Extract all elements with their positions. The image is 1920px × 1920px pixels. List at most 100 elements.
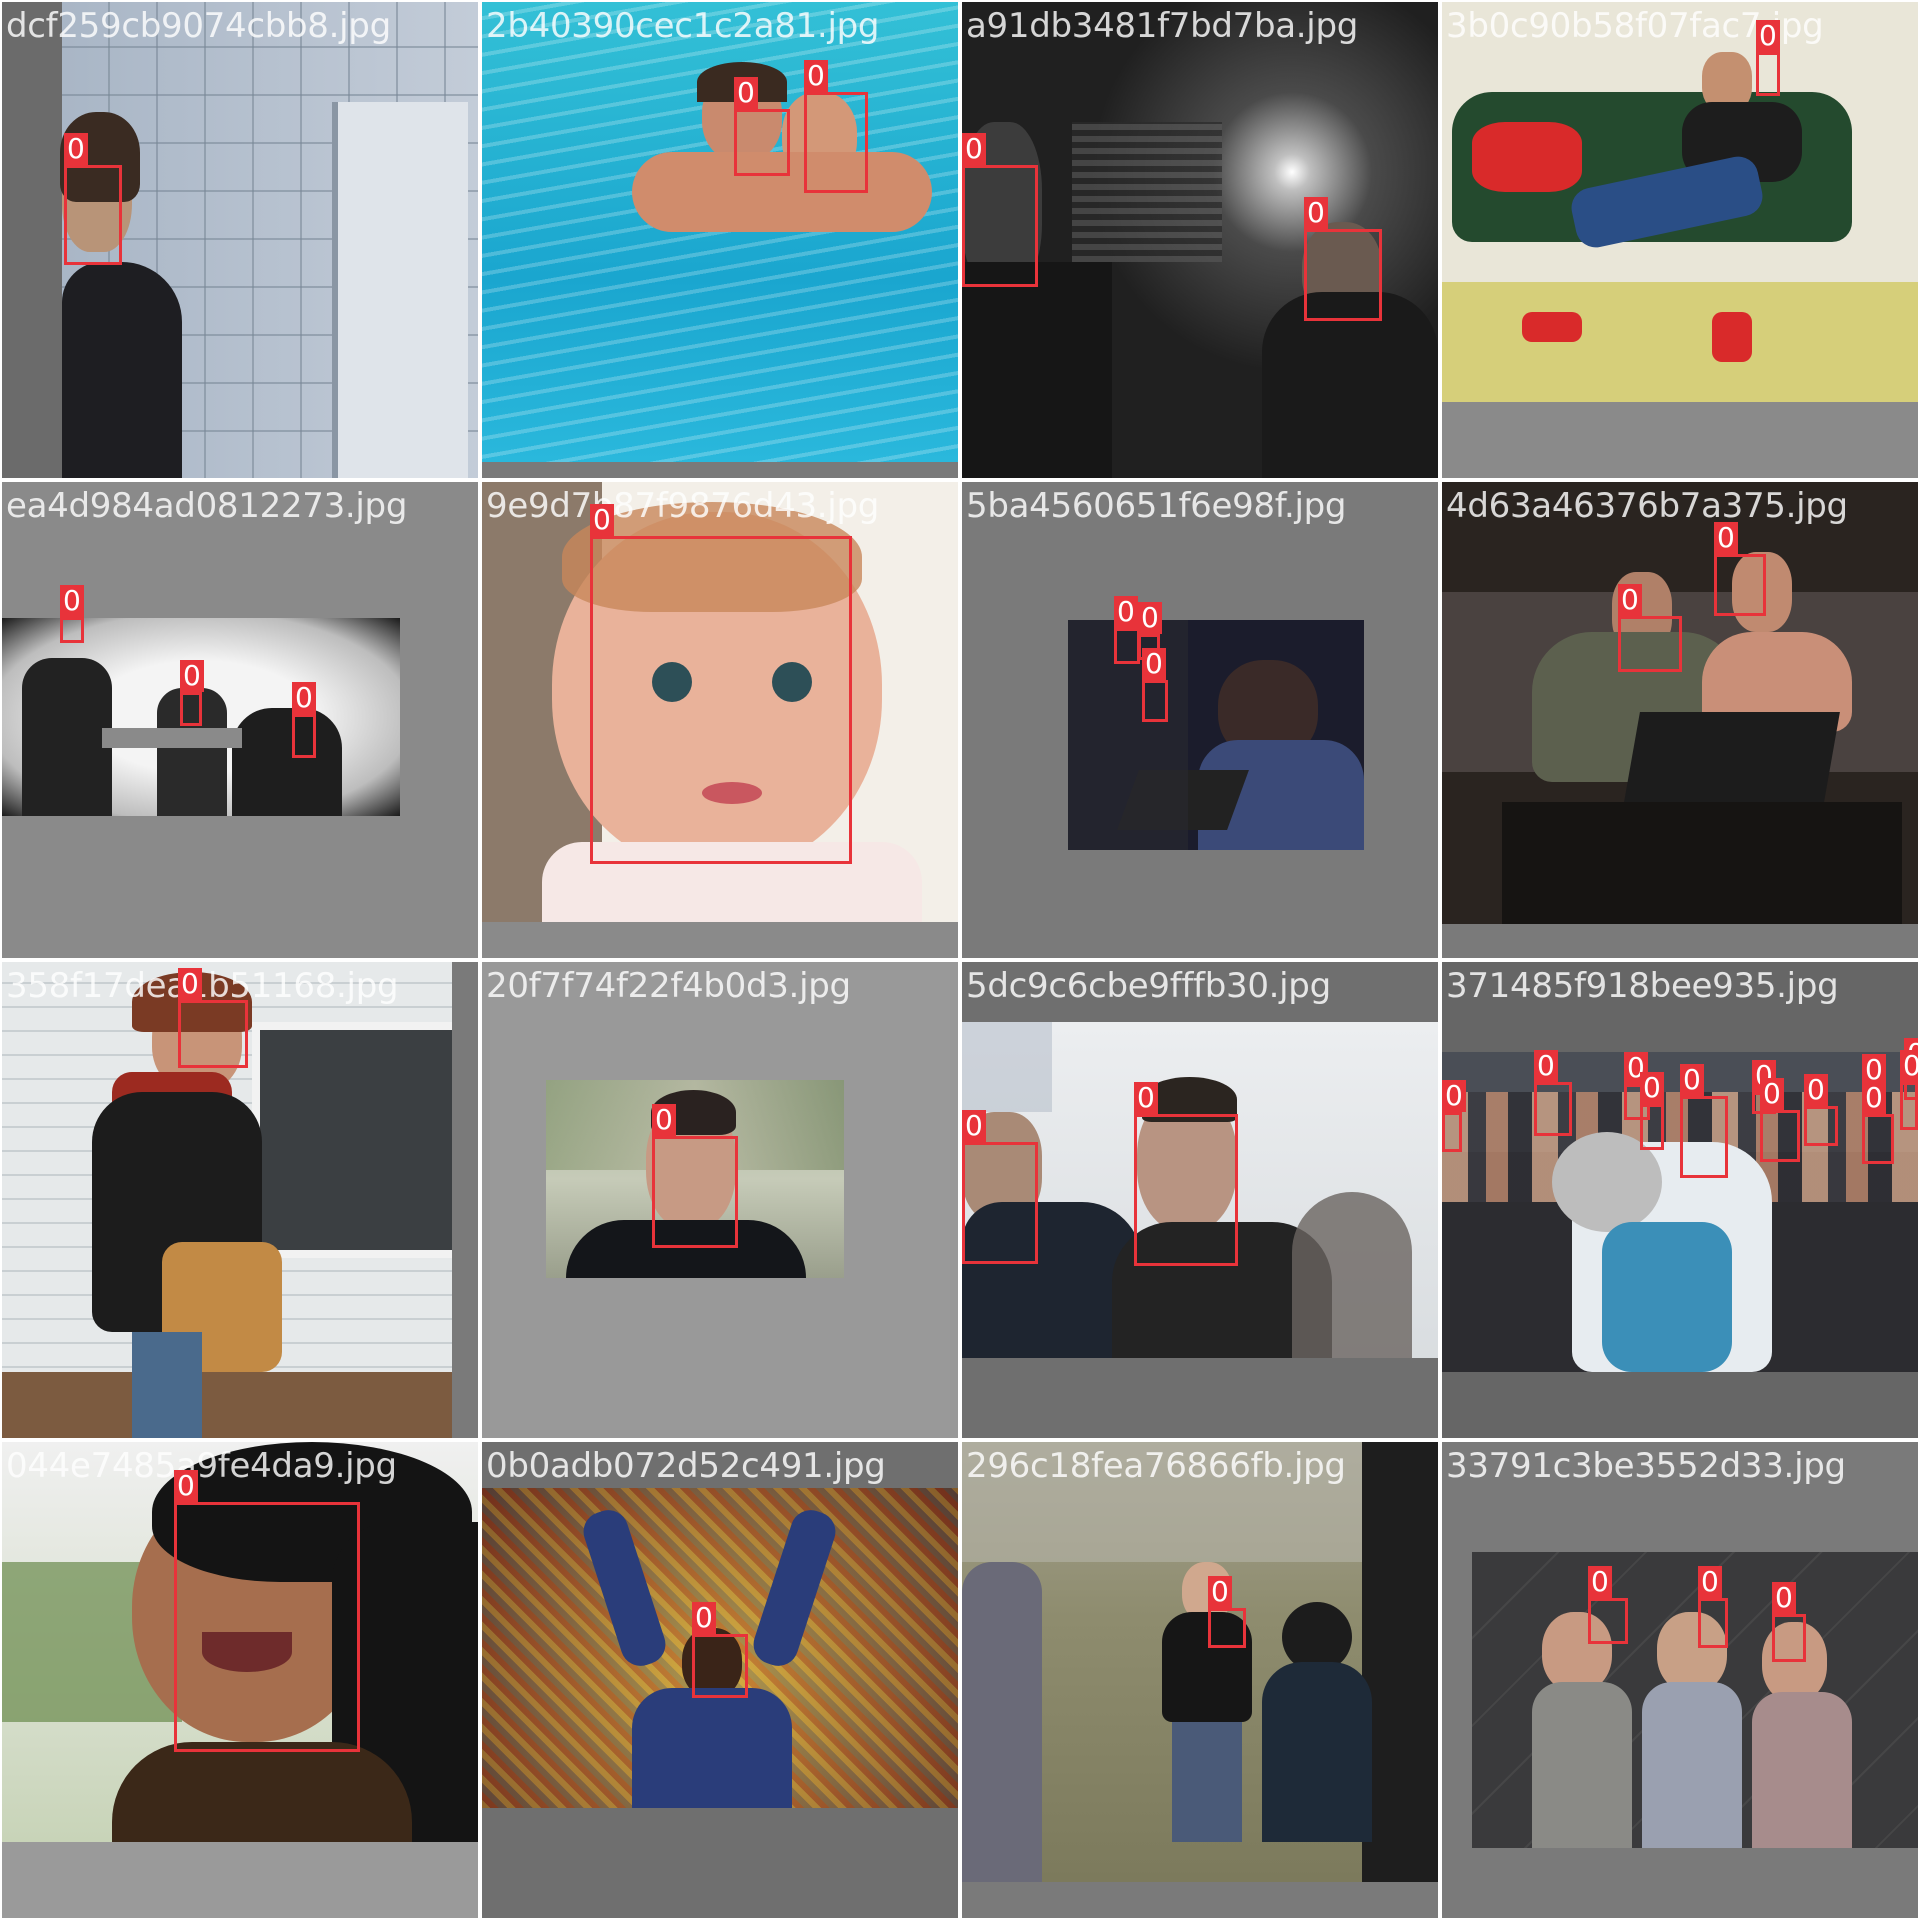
detection-box [178,1000,248,1068]
image-filename: ea4d984ad0812273.jpg [6,486,408,526]
detection-class-label: 0 [1142,648,1166,680]
mosaic-tile-two-men-outdoors: 5dc9c6cbe9fffb30.jpg 0 0 [962,962,1438,1438]
detection-box [60,617,84,643]
detection-class-label: 0 [590,504,614,536]
detection-box [174,1502,360,1752]
detection-box [1862,1114,1894,1164]
detection-box [1142,680,1168,722]
image-filename: 0b0adb072d52c491.jpg [486,1446,886,1486]
detection-class-label: 0 [1680,1064,1704,1096]
detection-class-label: 0 [1134,1082,1158,1114]
detection-class-label: 0 [1760,1078,1784,1110]
mosaic-tile-woman-by-tiled-wall: dcf259cb9074cbb8.jpg 0 [2,2,478,478]
detection-box [1772,1614,1806,1662]
detection-box [292,714,316,758]
image-filename: a91db3481f7bd7ba.jpg [966,6,1359,46]
mosaic-tile-dark-bar-interior: a91db3481f7bd7ba.jpg 0 0 [962,2,1438,478]
detection-box [1618,616,1682,672]
detection-class-label: 0 [1756,20,1780,52]
detection-box [64,165,122,265]
detection-box [1900,1082,1918,1130]
detection-box [1680,1096,1728,1178]
detection-class-label: 0 [962,1110,986,1142]
mosaic-tile-three-girls-backdrop: 33791c3be3552d33.jpg 0 0 0 [1442,1442,1918,1918]
detection-box [1714,554,1766,616]
mosaic-tile-crowd-hug: 371485f918bee935.jpg 000000000000 [1442,962,1918,1438]
mosaic-tile-couple-with-laptop: 4d63a46376b7a375.jpg 0 0 [1442,482,1918,958]
detection-class-label: 0 [1714,522,1738,554]
mosaic-tile-man-portrait-outdoor: 20f7f74f22f4b0d3.jpg 0 [482,962,958,1438]
mosaic-tile-smiling-woman-jewelry: 044e7485a9fe4da9.jpg 0 [2,1442,478,1918]
scene-photo [1442,2,1918,402]
detection-box [180,692,202,726]
detection-class-label: 0 [1804,1074,1828,1106]
detection-box [1208,1608,1246,1648]
image-filename: dcf259cb9074cbb8.jpg [6,6,391,46]
detection-class-label: 0 [692,1602,716,1634]
detection-class-label: 0 [64,133,88,165]
detection-class-label: 0 [1442,1080,1466,1112]
image-filename: 5dc9c6cbe9fffb30.jpg [966,966,1331,1006]
detection-class-label: 0 [1138,602,1162,634]
detection-class-label: 0 [1640,1072,1664,1104]
image-filename: 5ba4560651f6e98f.jpg [966,486,1347,526]
detection-class-label: 0 [1304,197,1328,229]
image-filename: 33791c3be3552d33.jpg [1446,1446,1846,1486]
detection-mosaic: dcf259cb9074cbb8.jpg 0 2b40390cec1c2a81.… [0,0,1920,1920]
mosaic-tile-toddlers-on-grass: 296c18fea76866fb.jpg 0 [962,1442,1438,1918]
detection-box [1442,1112,1462,1152]
detection-box [692,1634,748,1698]
detection-class-label: 0 [1588,1566,1612,1598]
detection-class-label: 0 [1618,584,1642,616]
scene-photo [962,1442,1438,1882]
detection-class-label: 0 [1534,1050,1558,1082]
detection-box [652,1136,738,1248]
scene-photo [1442,482,1918,924]
detection-box [1640,1104,1664,1150]
detection-class-label: 0 [804,60,828,92]
image-filename: 9e9d7b87f9876d43.jpg [486,486,880,526]
image-filename: 044e7485a9fe4da9.jpg [6,1446,397,1486]
detection-box [962,165,1038,287]
detection-class-label: 0 [174,1470,198,1502]
mosaic-tile-woman-with-bag-by-house: 358f17dea1b51168.jpg 0 [2,962,478,1438]
scene-photo [482,2,958,462]
detection-class-label: 0 [1208,1576,1232,1608]
mosaic-tile-child-in-colorful-pile: 0b0adb072d52c491.jpg 0 [482,1442,958,1918]
detection-class-label: 0 [734,77,758,109]
image-filename: 371485f918bee935.jpg [1446,966,1839,1006]
mosaic-tile-black-white-group: ea4d984ad0812273.jpg 0 0 0 [2,482,478,958]
detection-box [1134,1114,1238,1266]
detection-box [1534,1082,1572,1136]
mosaic-tile-man-on-green-sofa: 3b0c90b58f07fac7.jpg 0 [1442,2,1918,478]
detection-class-label: 0 [292,682,316,714]
detection-box [734,109,790,176]
detection-class-label: 0 [1862,1082,1886,1114]
detection-box [1756,52,1780,96]
detection-class-label: 0 [1900,1050,1918,1082]
detection-class-label: 0 [60,585,84,617]
detection-box [962,1142,1038,1264]
image-filename: 2b40390cec1c2a81.jpg [486,6,880,46]
mosaic-tile-boys-in-pool: 2b40390cec1c2a81.jpg 0 0 [482,2,958,478]
detection-box [1698,1598,1728,1648]
image-filename: 4d63a46376b7a375.jpg [1446,486,1848,526]
detection-box [1804,1106,1838,1146]
detection-class-label: 0 [1698,1566,1722,1598]
detection-box [804,92,868,193]
mosaic-tile-woman-with-laptop-dark: 5ba4560651f6e98f.jpg 000 [962,482,1438,958]
detection-box [1760,1110,1800,1162]
detection-class-label: 0 [962,133,986,165]
detection-class-label: 0 [1772,1582,1796,1614]
detection-class-label: 0 [178,968,202,1000]
detection-box [1588,1598,1628,1644]
detection-class-label: 0 [180,660,204,692]
detection-class-label: 0 [652,1104,676,1136]
detection-box [1114,628,1140,664]
scene-photo [1472,1552,1918,1848]
image-filename: 296c18fea76866fb.jpg [966,1446,1346,1486]
detection-box [1304,229,1382,321]
detection-box [590,536,852,864]
detection-class-label: 0 [1114,596,1138,628]
image-filename: 20f7f74f22f4b0d3.jpg [486,966,851,1006]
